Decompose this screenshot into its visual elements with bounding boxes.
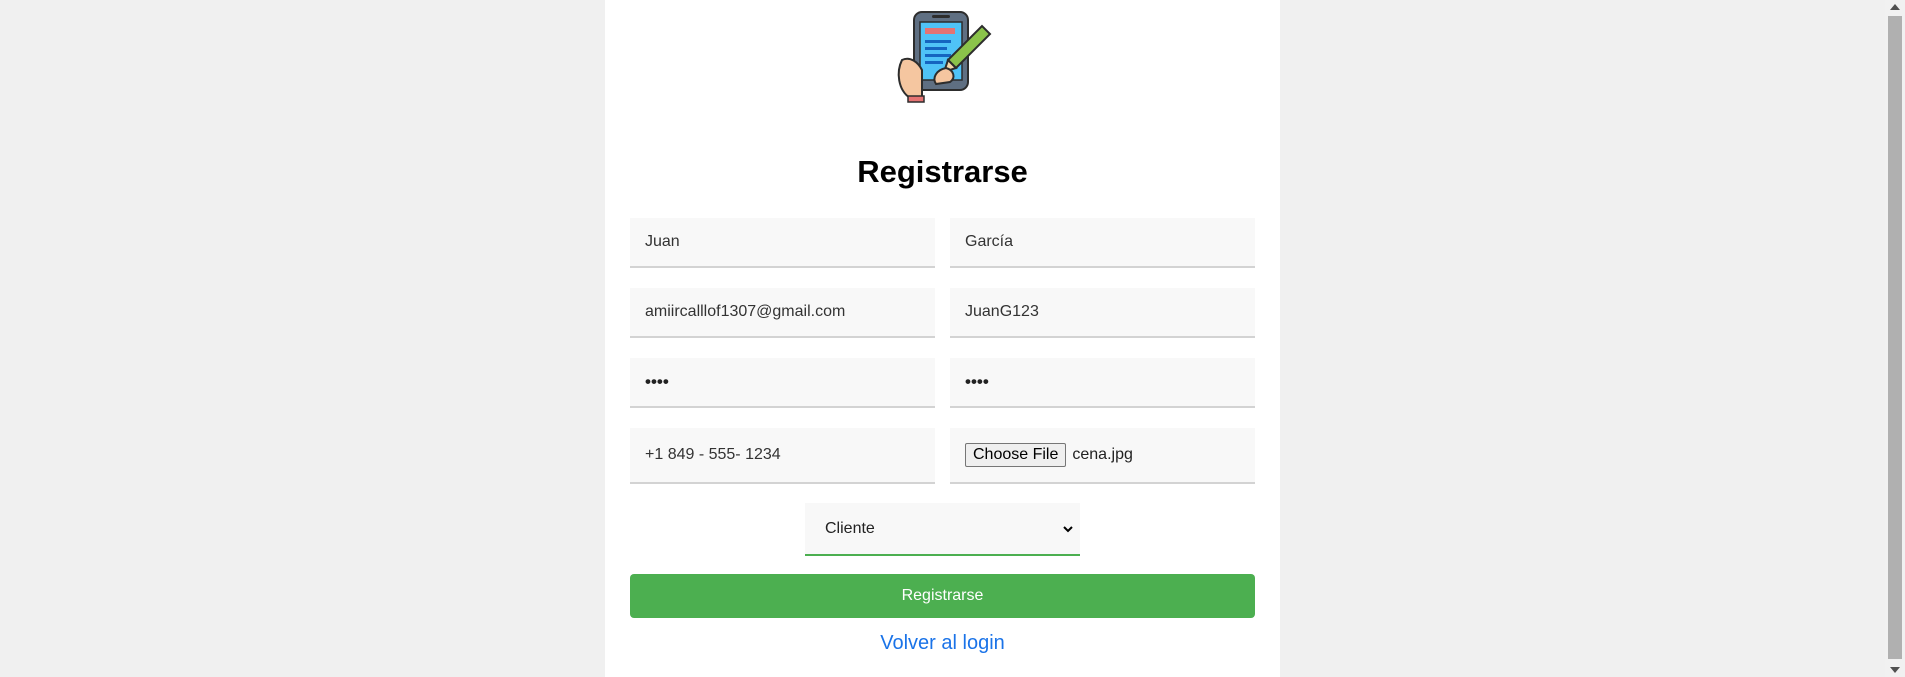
password-value: •••• (645, 372, 669, 391)
chevron-down-icon (1063, 525, 1073, 532)
register-button[interactable]: Registrarse (630, 574, 1255, 618)
first-name-value: Juan (645, 233, 680, 250)
page-title: Registrarse (857, 154, 1028, 189)
file-name: cena.jpg (1072, 446, 1133, 463)
password-field[interactable]: •••• (630, 358, 935, 408)
scroll-up-icon[interactable] (1890, 4, 1900, 10)
scroll-thumb[interactable] (1888, 16, 1902, 659)
phone-field[interactable]: +1 849 - 555- 1234 (630, 428, 935, 484)
role-select[interactable]: Cliente (805, 503, 1080, 556)
first-name-field[interactable]: Juan (630, 218, 935, 268)
email-value: amiircalllof1307@gmail.com (645, 303, 846, 320)
username-value: JuanG123 (965, 303, 1039, 320)
confirm-password-value: •••• (965, 372, 989, 391)
last-name-field[interactable]: García (950, 218, 1255, 268)
file-upload-field: Choose File cena.jpg (950, 428, 1255, 484)
phone-signup-icon (897, 11, 992, 103)
last-name-value: García (965, 233, 1014, 250)
confirm-password-field[interactable]: •••• (950, 358, 1255, 408)
phone-value: +1 849 - 555- 1234 (645, 446, 781, 463)
scroll-down-icon[interactable] (1890, 667, 1900, 673)
email-field[interactable]: amiircalllof1307@gmail.com (630, 288, 935, 338)
choose-file-button[interactable]: Choose File (965, 443, 1067, 467)
username-field[interactable]: JuanG123 (950, 288, 1255, 338)
register-card: Registrarse Juan García amiircalllof1307… (605, 0, 1280, 677)
scrollbar[interactable] (1885, 0, 1905, 677)
role-select-value: Cliente (825, 519, 875, 537)
back-to-login-link[interactable]: Volver al login (605, 632, 1280, 655)
